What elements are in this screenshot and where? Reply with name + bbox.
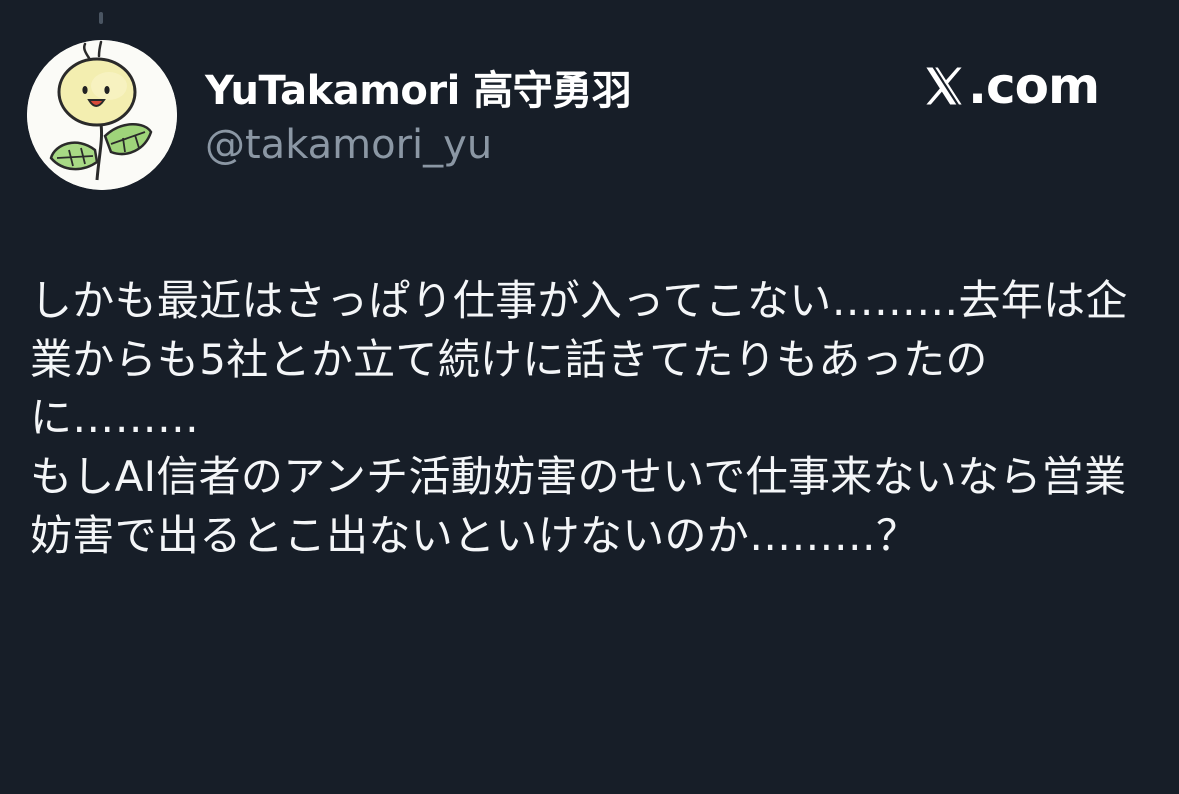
top-edge-marker: [99, 12, 103, 24]
tweet-text: しかも最近はさっぱり仕事が入ってこない………去年は企業からも5社とか立て続けに話…: [30, 276, 1128, 560]
brand-logo: .com: [922, 57, 1100, 115]
avatar[interactable]: [27, 40, 177, 190]
x-logo-icon: [926, 67, 962, 105]
flower-sketch-avatar-icon: [27, 40, 177, 190]
brand-domain-text: .com: [968, 57, 1100, 115]
display-name[interactable]: YuTakamori 高守勇羽: [205, 58, 632, 116]
user-handle[interactable]: @takamori_yu: [205, 122, 492, 168]
